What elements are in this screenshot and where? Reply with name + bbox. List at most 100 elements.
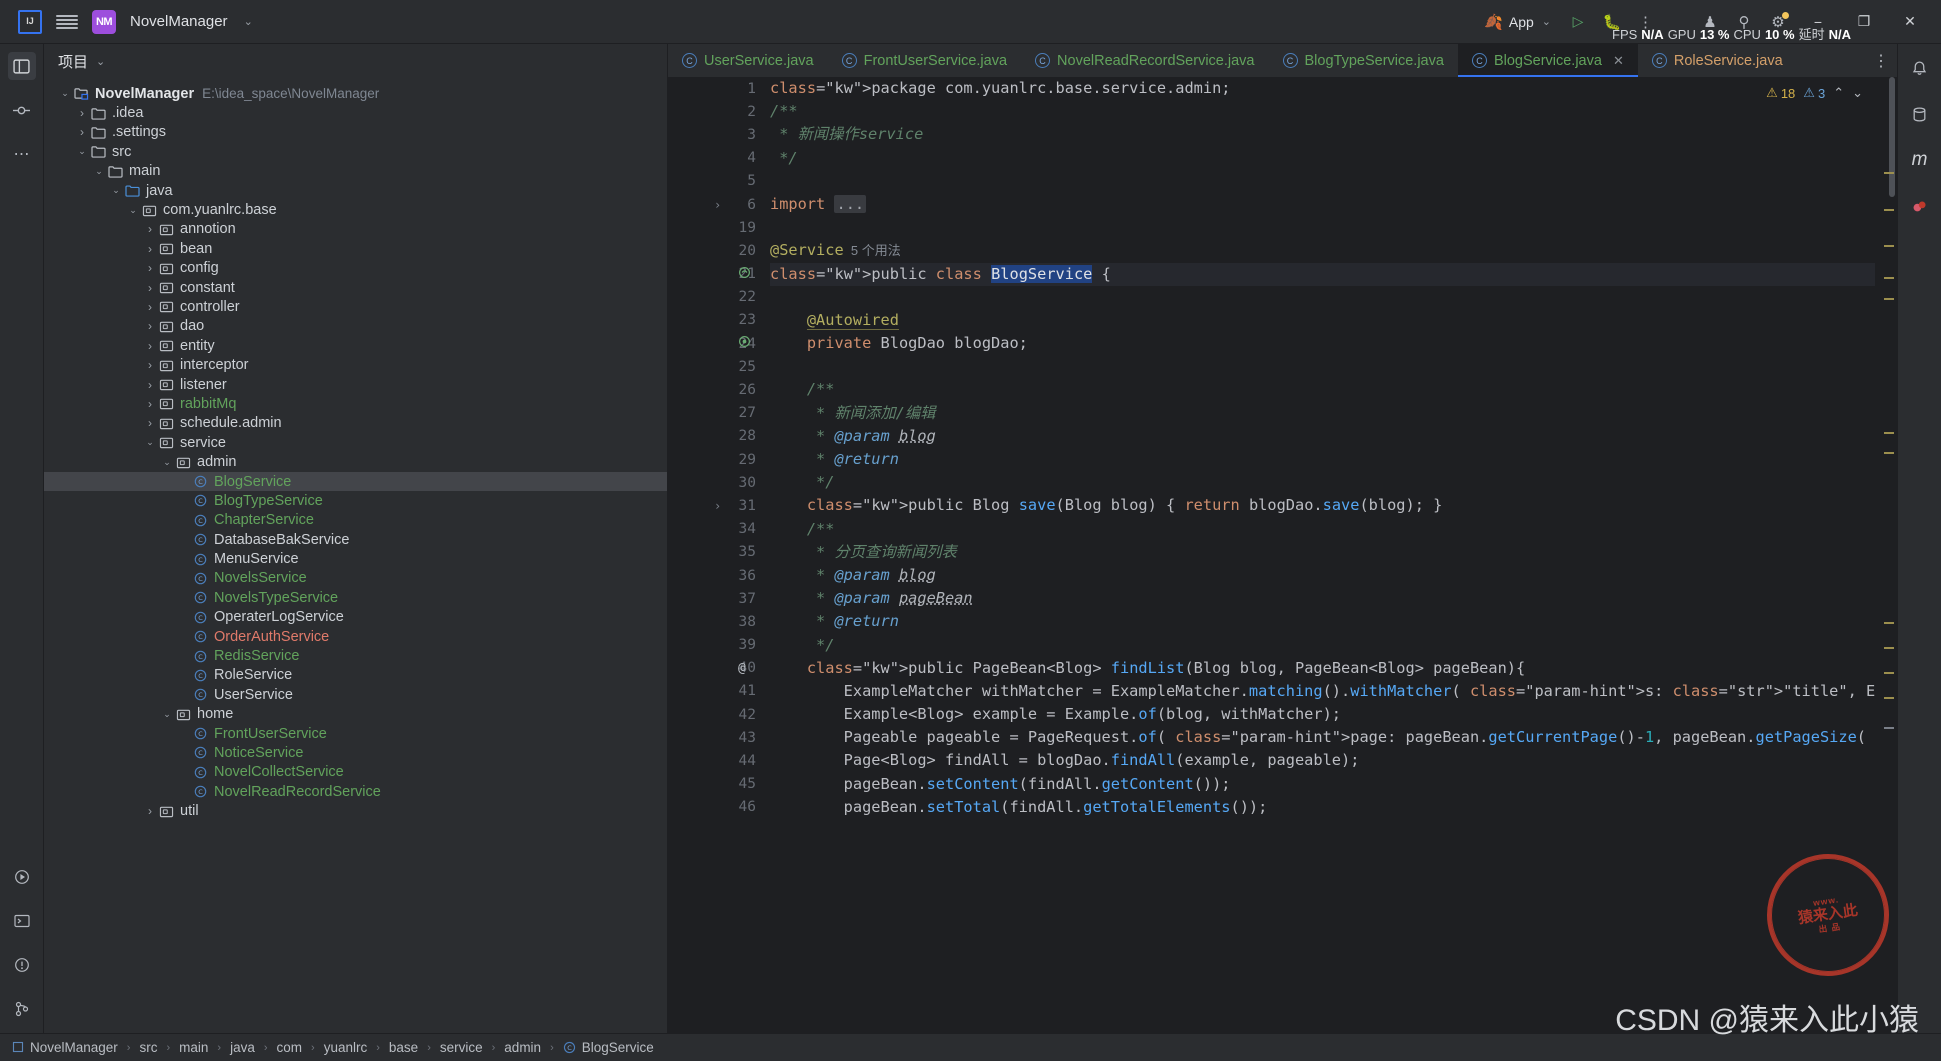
code-line[interactable]: Example<Blog> example = Example.of(blog,… [770,703,1875,726]
gutter-line[interactable]: 26 [668,378,764,401]
gutter-line[interactable]: 6 › [668,193,764,216]
gutter-line[interactable]: 42 [668,703,764,726]
editor-tab-novelreadrecordservice[interactable]: C NovelReadRecordService.java [1021,44,1268,77]
search-icon[interactable]: ⚲ [1729,8,1759,36]
tree-node-main[interactable]: ⌄ main [44,162,667,181]
gutter-line[interactable]: 40 @ [668,657,764,680]
chevron-right-icon[interactable]: › [75,125,89,139]
gutter-line[interactable]: 25 [668,355,764,378]
gutter-line[interactable]: 21 [668,263,764,286]
database-icon[interactable] [1906,100,1934,128]
code-line[interactable]: pageBean.setTotal(findAll.getTotalElemen… [770,796,1875,819]
breadcrumb-item[interactable]: service [440,1040,483,1055]
gutter-line[interactable]: 43 [668,726,764,749]
code-line[interactable]: @Autowired [770,309,1875,332]
override-annotation-icon[interactable]: @ [738,661,746,676]
code-line[interactable]: private BlogDao blogDao; [770,332,1875,355]
code-line[interactable] [770,216,1875,239]
gutter-line[interactable]: 30 [668,471,764,494]
code-line[interactable]: Page<Blog> findAll = blogDao.findAll(exa… [770,749,1875,772]
commit-tool-icon[interactable] [8,96,36,124]
gutter-line[interactable]: 4 [668,147,764,170]
tree-node--settings[interactable]: › .settings [44,123,667,142]
gutter-line[interactable]: 36 [668,564,764,587]
gutter-line[interactable]: 5 [668,170,764,193]
code-line[interactable]: @Service 5 个用法 [770,239,1875,262]
breadcrumb-item[interactable]: com [277,1040,303,1055]
chevron-right-icon[interactable]: › [143,281,157,295]
tree-node-src[interactable]: ⌄ src [44,142,667,161]
chevron-right-icon[interactable]: › [143,300,157,314]
fold-arrow-icon[interactable]: › [714,499,721,513]
tree-node-novelcollectservice[interactable]: C NovelCollectService [44,763,667,782]
gutter-line[interactable]: 3 [668,123,764,146]
tree-node-databasebakservice[interactable]: C DatabaseBakService [44,530,667,549]
code-line[interactable]: pageBean.setContent(findAll.getContent()… [770,773,1875,796]
chevron-right-icon[interactable]: › [143,804,157,818]
tree-node-entity[interactable]: › entity [44,336,667,355]
breadcrumb-item[interactable]: yuanlrc [324,1040,368,1055]
tree-node-controller[interactable]: › controller [44,297,667,316]
tree-node-service[interactable]: ⌄ service [44,433,667,452]
gutter-line[interactable]: 23 [668,309,764,332]
editor-tab-userservice[interactable]: C UserService.java [668,44,828,77]
maximize-button[interactable]: ❐ [1843,7,1885,37]
editor-gutter[interactable]: 1 2 3 4 5 6 › 19 20 21 22 23 24 25 26 27 28 29 30 31 › 34 35 36… [668,77,764,1033]
code-line[interactable]: class="kw">public Blog save(Blog blog) {… [770,494,1875,517]
tree-node-userservice[interactable]: C UserService [44,685,667,704]
tree-node-chapterservice[interactable]: C ChapterService [44,511,667,530]
close-button[interactable]: ✕ [1889,7,1931,37]
more-actions-icon[interactable]: ⋮ [1631,8,1661,36]
code-line[interactable]: */ [770,634,1875,657]
tree-node-constant[interactable]: › constant [44,278,667,297]
gutter-line[interactable]: 1 [668,77,764,100]
chevron-right-icon[interactable]: › [143,397,157,411]
tree-node-annotion[interactable]: › annotion [44,220,667,239]
debug-icon[interactable]: 🐛 [1597,8,1627,36]
code-line[interactable]: /** [770,378,1875,401]
editor-overview-scrollbar[interactable] [1875,77,1897,1033]
code-line[interactable]: */ [770,147,1875,170]
chevron-right-icon[interactable]: › [143,378,157,392]
chevron-right-icon[interactable]: › [143,261,157,275]
tree-node-interceptor[interactable]: › interceptor [44,355,667,374]
tree-node-bean[interactable]: › bean [44,239,667,258]
breadcrumb-item[interactable]: src [139,1040,157,1055]
gutter-line[interactable]: 39 [668,634,764,657]
chevron-down-icon[interactable]: ⌄ [58,88,72,99]
gutter-line[interactable]: 24 [668,332,764,355]
code-line[interactable]: * 新闻添加/编辑 [770,402,1875,425]
next-problem-icon[interactable]: ⌄ [1852,85,1863,101]
tree-node-novelstypeservice[interactable]: C NovelsTypeService [44,588,667,607]
code-line[interactable]: * @return [770,610,1875,633]
gutter-line[interactable]: 37 [668,587,764,610]
project-name[interactable]: NovelManager [130,13,228,30]
tree-node-novelsservice[interactable]: C NovelsService [44,569,667,588]
code-line[interactable]: Pageable pageable = PageRequest.of( clas… [770,726,1875,749]
chevron-right-icon[interactable]: › [143,339,157,353]
version-control-icon[interactable] [8,995,36,1023]
code-line[interactable]: /** [770,518,1875,541]
tree-node-java[interactable]: ⌄ java [44,181,667,200]
code-line[interactable]: class="kw">public class BlogService { [770,262,1875,286]
tree-node-operaterlogservice[interactable]: C OperaterLogService [44,608,667,627]
code-line[interactable]: * @return [770,448,1875,471]
editor-tab-blogtypeservice[interactable]: C BlogTypeService.java [1269,44,1458,77]
chevron-down-icon[interactable]: ⌄ [92,166,106,177]
run-configuration-selector[interactable]: 🍂 App ⌄ [1476,9,1559,35]
breadcrumb-item[interactable]: admin [504,1040,541,1055]
breadcrumb-item[interactable]: base [389,1040,418,1055]
gutter-line[interactable]: 20 [668,239,764,262]
project-tool-icon[interactable] [7,52,36,80]
code-content[interactable]: class="kw">package com.yuanlrc.base.serv… [764,77,1875,1033]
code-line[interactable] [770,286,1875,309]
tree-node-schedule-admin[interactable]: › schedule.admin [44,414,667,433]
chevron-down-icon[interactable]: ⌄ [126,205,140,216]
tree-node-config[interactable]: › config [44,259,667,278]
tree-node-orderauthservice[interactable]: C OrderAuthService [44,627,667,646]
account-icon[interactable]: ♟ [1695,8,1725,36]
editor-tab-bar[interactable]: C UserService.java C FrontUserService.java C… [668,44,1897,77]
autowired-bean-icon[interactable] [738,335,751,352]
code-line[interactable]: class="kw">package com.yuanlrc.base.serv… [770,77,1875,100]
breadcrumb-item[interactable]: C BlogService [563,1040,654,1055]
